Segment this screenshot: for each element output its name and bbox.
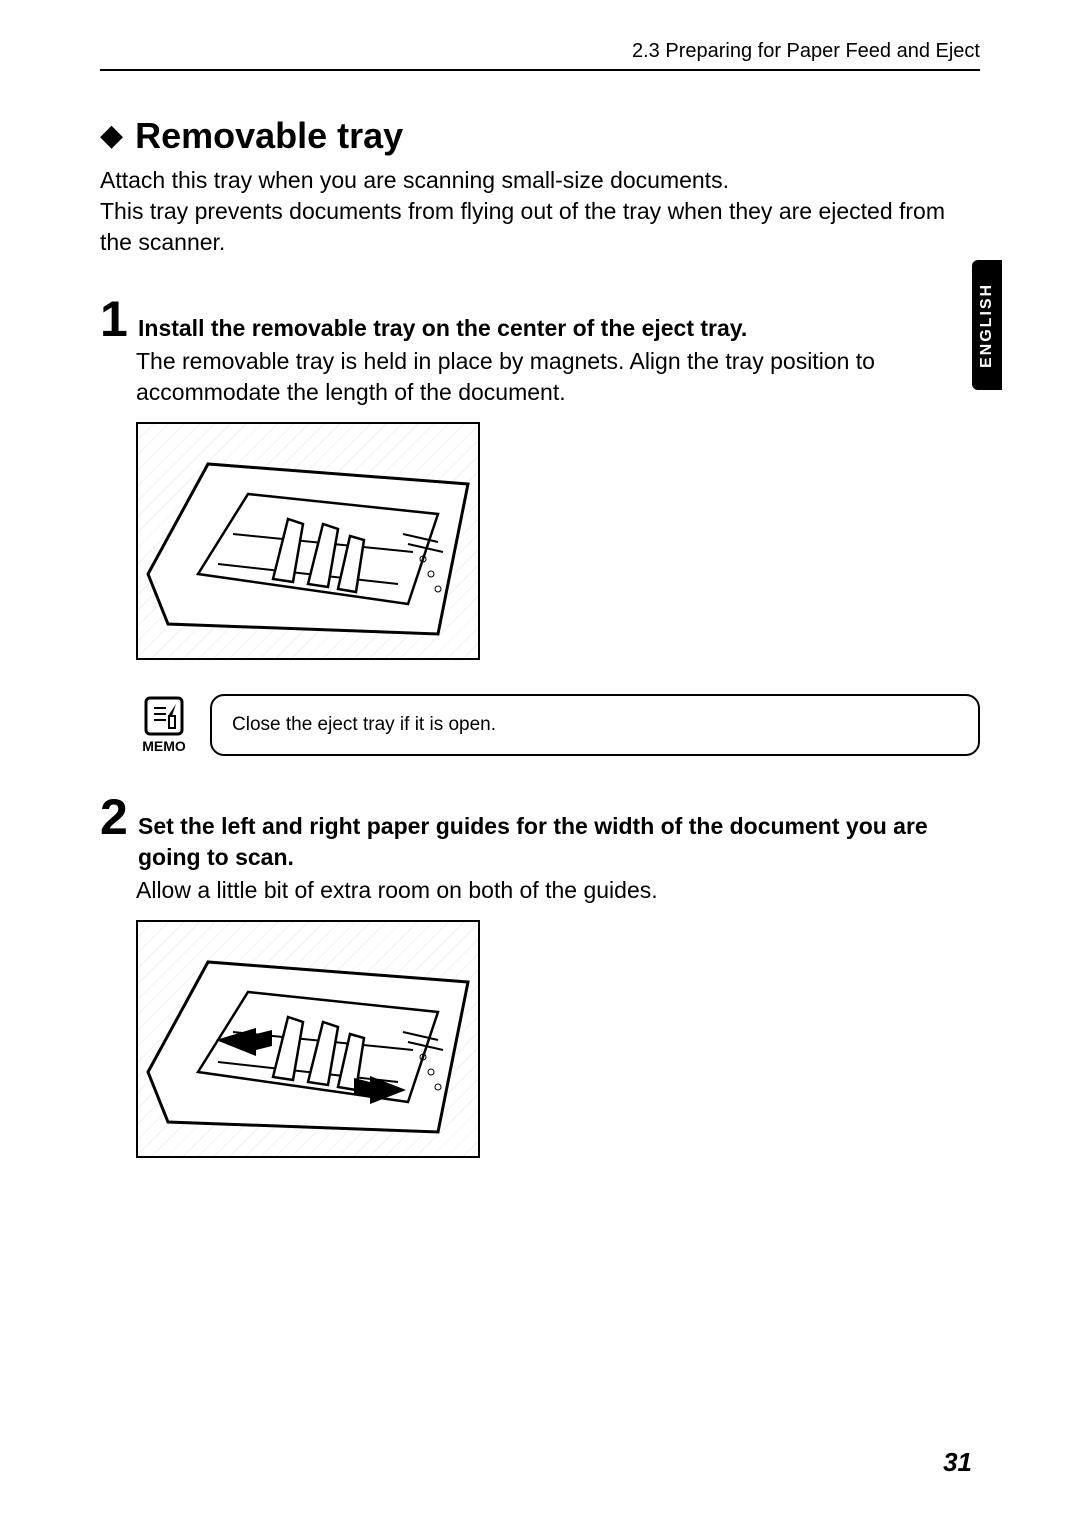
language-tab-label: ENGLISH (978, 282, 996, 367)
memo-note-icon (142, 694, 186, 738)
step-1-number: 1 (100, 294, 128, 344)
diamond-bullet-icon: ◆ (100, 121, 123, 151)
step-2: 2 Set the left and right paper guides fo… (100, 792, 980, 1158)
step-2-header: 2 Set the left and right paper guides fo… (100, 792, 980, 873)
step-1-heading: Install the removable tray on the center… (138, 313, 747, 344)
intro-paragraph: Attach this tray when you are scanning s… (100, 165, 980, 258)
scanner-guides-illustration-icon (138, 922, 478, 1156)
page-header: 2.3 Preparing for Paper Feed and Eject (100, 40, 980, 71)
step-1-body: The removable tray is held in place by m… (136, 346, 980, 408)
step-2-body: Allow a little bit of extra room on both… (136, 875, 980, 906)
memo-text: Close the eject tray if it is open. (232, 714, 496, 736)
language-tab: ENGLISH (972, 260, 1002, 390)
step-1-header: 1 Install the removable tray on the cent… (100, 294, 980, 344)
memo-label: MEMO (142, 738, 186, 754)
section-title: ◆ Removable tray (100, 115, 980, 157)
memo-icon: MEMO (136, 694, 192, 756)
step-1-figure (136, 422, 480, 660)
memo-box: Close the eject tray if it is open. (210, 694, 980, 756)
memo-callout: MEMO Close the eject tray if it is open. (136, 694, 980, 756)
step-2-number: 2 (100, 792, 128, 842)
page-number: 31 (943, 1447, 972, 1478)
step-1: 1 Install the removable tray on the cent… (100, 294, 980, 756)
scanner-illustration-icon (138, 424, 478, 658)
step-2-heading: Set the left and right paper guides for … (138, 811, 980, 873)
page: 2.3 Preparing for Paper Feed and Eject E… (0, 0, 1080, 1526)
section-title-text: Removable tray (135, 115, 403, 157)
section-reference: 2.3 Preparing for Paper Feed and Eject (632, 40, 980, 62)
step-2-figure (136, 920, 480, 1158)
